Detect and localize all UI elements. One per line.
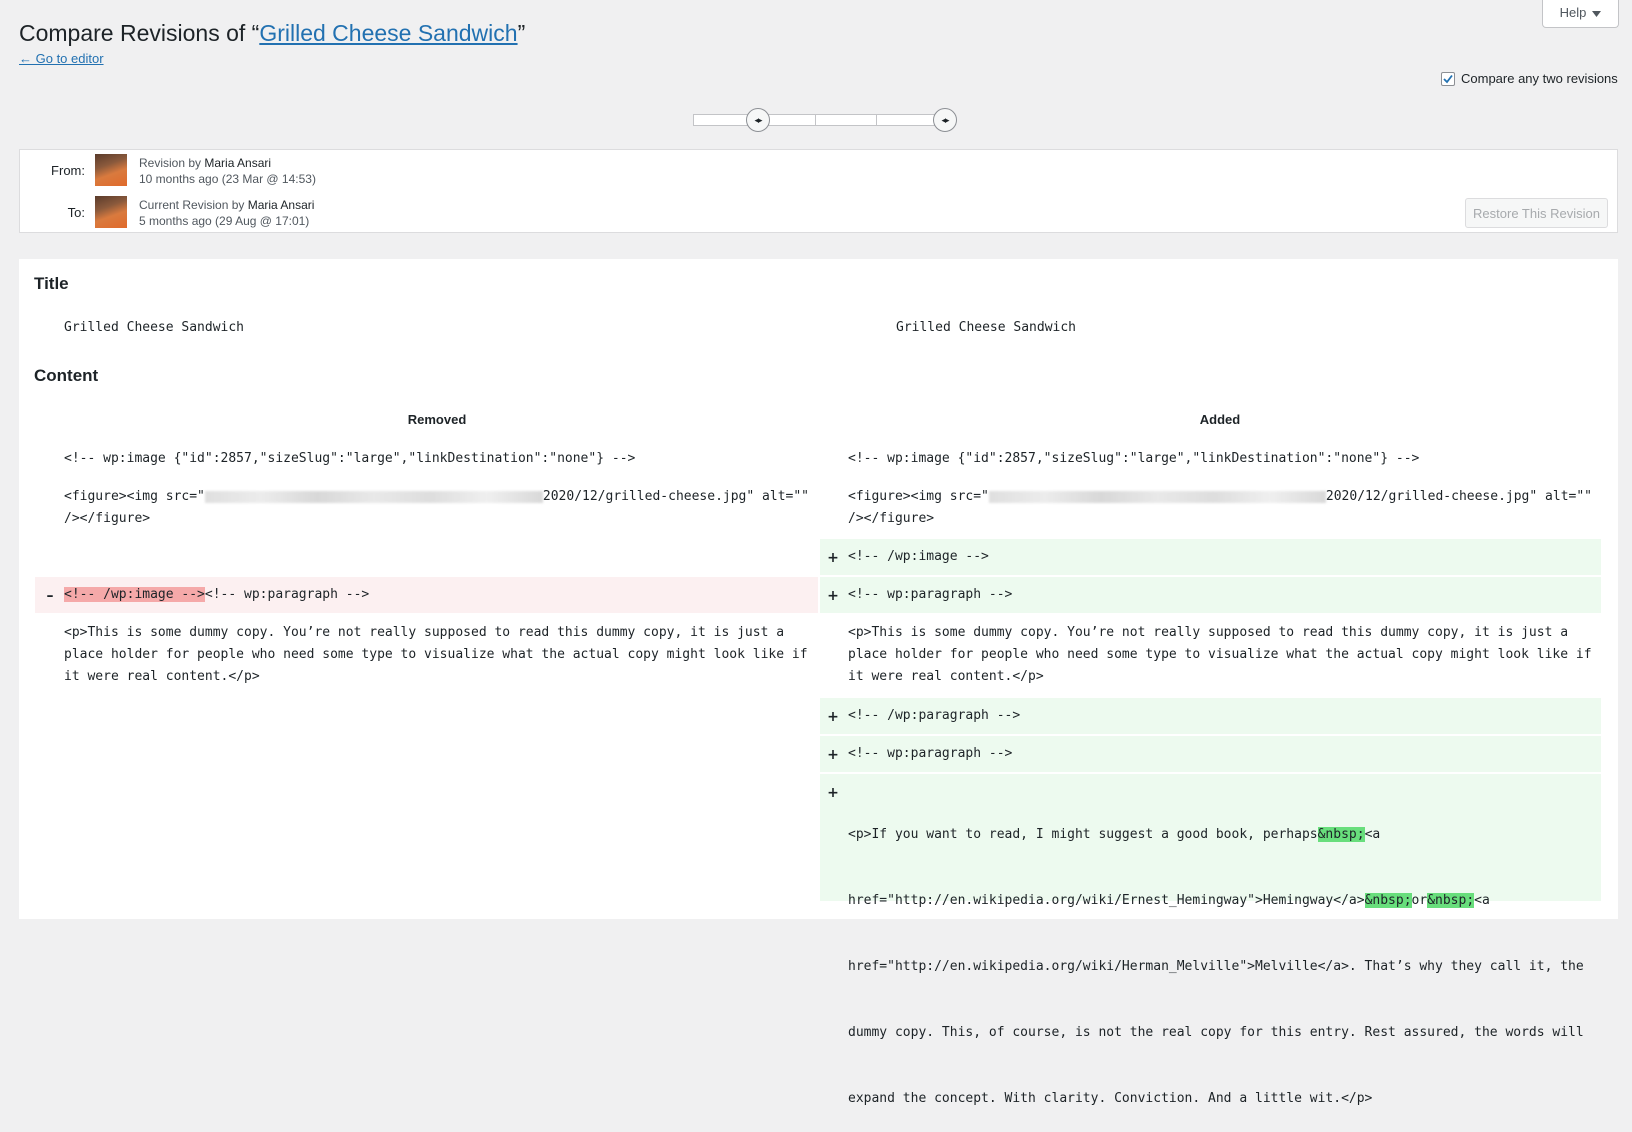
- para-line: expand the concept. With clarity. Convic…: [848, 1091, 1373, 1106]
- slider-to-handle[interactable]: ◂▸: [933, 108, 957, 132]
- figure-open: <figure><img src=": [64, 489, 205, 504]
- to-author: Maria Ansari: [247, 198, 315, 212]
- diff-context-line: <figure><img src=" 2020/12/grilled-cheese…: [848, 486, 1592, 508]
- para-line: href="http://en.wikipedia.org/wiki/Ernes…: [848, 890, 1584, 912]
- text-span: <a: [1364, 827, 1381, 842]
- minus-icon: –: [46, 588, 54, 604]
- text-span: <p>If you want to read, I might suggest …: [848, 827, 1318, 842]
- para-line: dummy copy. This, of course, is not the …: [848, 1025, 1584, 1040]
- diff-context-block: <p>This is some dummy copy. You’re not r…: [64, 622, 808, 688]
- compare-two-checkbox[interactable]: [1441, 71, 1455, 86]
- para-line: it were real content.</p>: [64, 669, 260, 684]
- figure-src-tail: 2020/12/grilled-cheese.jpg" alt="": [1325, 489, 1592, 504]
- title-new-value: Grilled Cheese Sandwich: [896, 320, 1077, 335]
- arrows-horizontal-icon: ◂▸: [754, 114, 762, 125]
- restore-revision-button[interactable]: Restore This Revision: [1465, 198, 1608, 228]
- diff-context-line: /></figure>: [848, 511, 935, 526]
- compare-two-toggle[interactable]: Compare any two revisions: [1441, 71, 1618, 86]
- para-line: <p>This is some dummy copy. You’re not r…: [64, 625, 785, 640]
- title-suffix: ”: [517, 20, 526, 46]
- removed-column-header: Removed: [407, 412, 467, 427]
- content-section-heading: Content: [34, 366, 99, 385]
- plus-icon: +: [827, 747, 839, 763]
- from-label: From:: [51, 163, 85, 178]
- avatar: [95, 154, 127, 186]
- para-line: place holder for people who need some ty…: [64, 647, 808, 662]
- diff-context-line: <figure><img src=" 2020/12/grilled-cheese…: [64, 486, 809, 508]
- to-revision-info: Current Revision by Maria Ansari 5 month…: [139, 197, 314, 229]
- title-section-heading: Title: [34, 274, 69, 293]
- redacted-url: [204, 490, 543, 503]
- diff-removed-line: <!-- /wp:image --><!-- wp:paragraph -->: [64, 584, 369, 606]
- figure-src-tail: 2020/12/grilled-cheese.jpg" alt="": [542, 489, 809, 504]
- post-title-link[interactable]: Grilled Cheese Sandwich: [259, 20, 517, 46]
- from-author: Maria Ansari: [204, 156, 272, 170]
- para-line: it were real content.</p>: [848, 669, 1044, 684]
- compare-two-label: Compare any two revisions: [1461, 71, 1618, 86]
- diff-added-line: <!-- wp:paragraph -->: [848, 587, 1013, 602]
- diff-context-line: <!-- wp:image {"id":2857,"sizeSlug":"lar…: [848, 451, 1420, 466]
- para-line: href="http://en.wikipedia.org/wiki/Herma…: [848, 959, 1584, 974]
- plus-icon: +: [827, 709, 839, 725]
- to-prefix: Current Revision by: [139, 198, 248, 212]
- checkmark-icon: [1443, 74, 1453, 83]
- help-button[interactable]: Help: [1542, 0, 1619, 28]
- diff-added-line: <!-- /wp:image -->: [848, 549, 989, 564]
- slider-tick: [876, 114, 877, 126]
- to-time: 5 months ago (29 Aug @ 17:01): [139, 214, 310, 228]
- help-label: Help: [1559, 5, 1587, 20]
- diff-context-block: <p>This is some dummy copy. You’re not r…: [848, 622, 1592, 688]
- from-revision-info: Revision by Maria Ansari 10 months ago (…: [139, 155, 316, 187]
- removed-highlight: <!-- /wp:image -->: [64, 587, 205, 602]
- added-highlight: &nbsp;: [1317, 827, 1365, 842]
- removed-rest: <!-- wp:paragraph -->: [204, 587, 370, 602]
- diff-added-line: <!-- /wp:paragraph -->: [848, 708, 1021, 723]
- figure-open: <figure><img src=": [848, 489, 989, 504]
- plus-icon: +: [827, 785, 839, 801]
- revision-slider-track[interactable]: [693, 114, 946, 126]
- slider-from-handle[interactable]: ◂▸: [746, 108, 770, 132]
- arrows-horizontal-icon: ◂▸: [941, 114, 949, 125]
- plus-icon: +: [827, 588, 839, 604]
- added-column-header: Added: [1199, 412, 1241, 427]
- para-line: place holder for people who need some ty…: [848, 647, 1592, 662]
- title-old-value: Grilled Cheese Sandwich: [64, 320, 245, 335]
- go-to-editor-link[interactable]: ← Go to editor: [19, 51, 104, 66]
- from-prefix: Revision by: [139, 156, 205, 170]
- title-prefix: Compare Revisions of “: [19, 20, 260, 46]
- diff-context-line: <!-- wp:image {"id":2857,"sizeSlug":"lar…: [64, 451, 636, 466]
- diff-added-line: <!-- wp:paragraph -->: [848, 746, 1013, 761]
- redacted-url: [988, 490, 1326, 503]
- from-time: 10 months ago (23 Mar @ 14:53): [139, 172, 316, 186]
- slider-tick: [815, 114, 816, 126]
- caret-down-icon: [1592, 5, 1602, 20]
- to-label: To:: [67, 205, 85, 220]
- diff-added-block: <p>If you want to read, I might suggest …: [848, 780, 1584, 1132]
- para-line: <p>If you want to read, I might suggest …: [848, 824, 1584, 846]
- page-title: Compare Revisions of “Grilled Cheese San…: [19, 17, 525, 49]
- avatar: [95, 196, 127, 228]
- plus-icon: +: [827, 550, 839, 566]
- diff-context-line: /></figure>: [64, 511, 151, 526]
- para-line: <p>This is some dummy copy. You’re not r…: [848, 625, 1569, 640]
